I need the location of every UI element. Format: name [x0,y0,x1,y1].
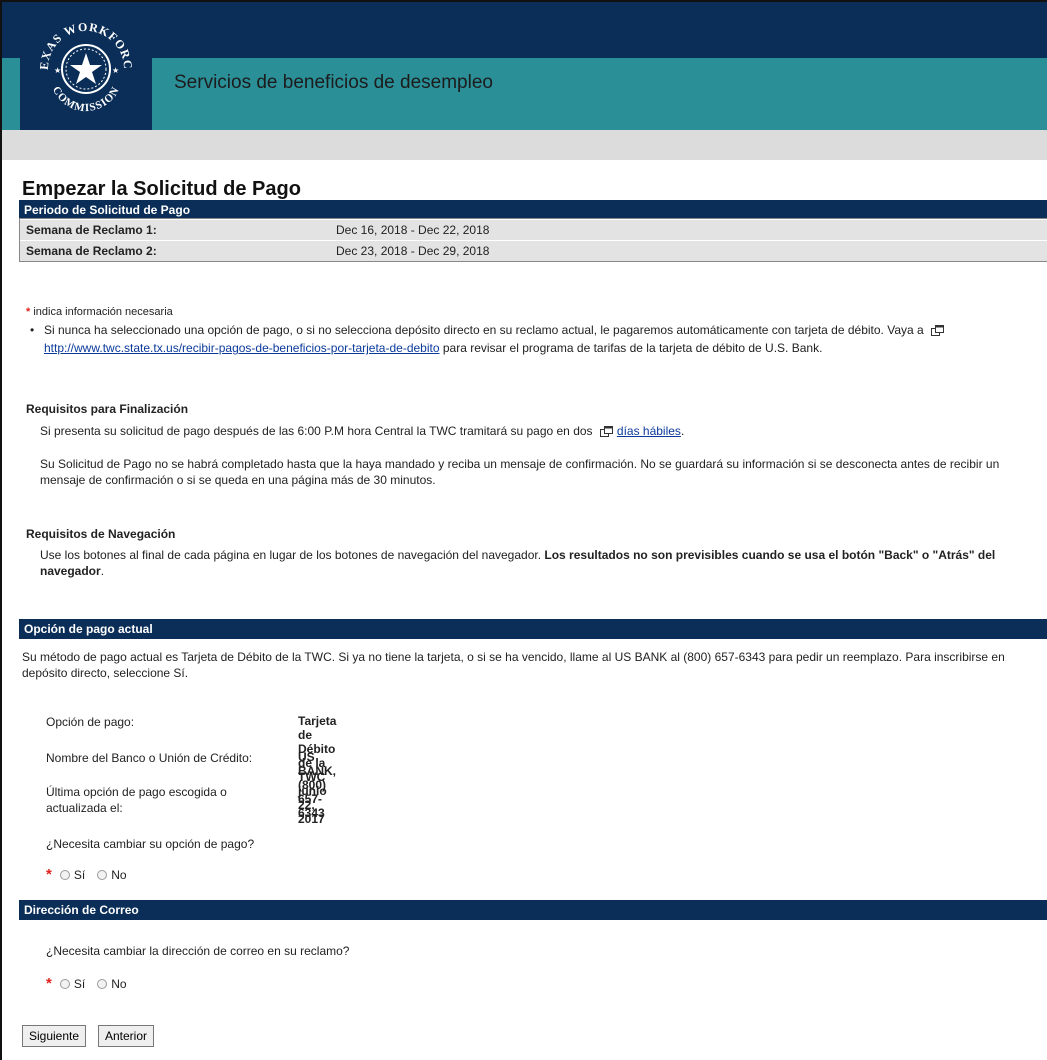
previous-button[interactable]: Anterior [98,1025,155,1047]
seal-text-bottom: COMMISSION [50,84,121,114]
finalization-paragraph-1: Si presenta su solicitud de pago después… [40,423,1047,441]
new-window-icon [599,425,613,441]
mailing-yes-radio[interactable] [59,978,70,989]
payment-yes-radio[interactable] [59,869,70,880]
mailing-no-label[interactable]: No [111,977,126,991]
seal-text-top: TEXAS WORKFORCE [30,13,134,70]
period-header: Periodo de Solicitud de Pago [19,200,1047,220]
header-teal-band [2,58,1047,130]
required-asterisk-icon: * [46,975,52,992]
payment-no-radio[interactable] [97,869,108,880]
new-window-icon [931,324,945,340]
mailing-radio-group: * Sí No [46,975,127,992]
period-row-value: Dec 16, 2018 - Dec 22, 2018 [336,223,490,237]
required-note-text: indica información necesaria [33,306,173,318]
business-days-link[interactable]: días hábiles [617,424,681,438]
site-header: TEXAS WORKFORCE COMMISSION ★ ★ Servicios… [2,2,1047,160]
period-row-label: Semana de Reclamo 2: [26,244,157,258]
required-note: * indica información necesaria [26,306,173,318]
required-asterisk-icon: * [26,306,31,318]
navigation-end: . [100,564,105,578]
payment-no-label[interactable]: No [111,868,126,882]
payment-row-label: Nombre del Banco o Unión de Crédito: [46,751,253,765]
required-asterisk-icon: * [46,866,52,883]
payment-yes-label[interactable]: Sí [74,868,85,882]
payment-radio-group: * Sí No [46,866,127,883]
header-top-band [2,2,1047,58]
navigation-text: Use los botones al final de cada página … [40,548,542,562]
payment-row-value: junio 22, 2017 [298,784,327,826]
payment-row-label: Última opción de pago escogida o actuali… [46,785,227,815]
debit-info-text-after: para revisar el programa de tarifas de l… [442,341,823,355]
page-frame: TEXAS WORKFORCE COMMISSION ★ ★ Servicios… [0,0,1047,1060]
header-gray-band [2,130,1047,160]
period-row-label: Semana de Reclamo 1: [26,223,157,237]
bullet-icon: • [30,323,35,337]
page-title: Empezar la Solicitud de Pago [22,178,301,200]
debit-card-link[interactable]: http://www.twc.state.tx.us/recibir-pagos… [44,341,440,355]
period-table: Semana de Reclamo 1: Dec 16, 2018 - Dec … [19,218,1047,262]
svg-text:★: ★ [112,66,119,75]
period-row-value: Dec 23, 2018 - Dec 29, 2018 [336,244,490,258]
app-title: Servicios de beneficios de desempleo [174,72,493,93]
svg-text:TEXAS WORKFORCE: TEXAS WORKFORCE [30,13,135,70]
seal-icon: TEXAS WORKFORCE COMMISSION ★ ★ [30,13,135,114]
mailing-header: Dirección de Correo [19,900,1047,920]
payment-header: Opción de pago actual [19,619,1047,639]
payment-row-label: Opción de pago: [46,715,135,729]
period-row: Semana de Reclamo 2: Dec 23, 2018 - Dec … [20,240,1047,261]
debit-info-text: Si nunca ha seleccionado una opción de p… [44,323,924,337]
period-row: Semana de Reclamo 1: Dec 16, 2018 - Dec … [20,219,1047,240]
mailing-no-radio[interactable] [97,978,108,989]
navigation-heading: Requisitos de Navegación [26,527,176,541]
payment-question: ¿Necesita cambiar su opción de pago? [46,837,255,851]
nav-buttons: Siguiente Anterior [22,1025,222,1049]
twc-seal-logo[interactable]: TEXAS WORKFORCE COMMISSION ★ ★ [20,8,152,130]
navigation-paragraph: Use los botones al final de cada página … [40,547,1040,579]
mailing-yes-label[interactable]: Sí [74,977,85,991]
svg-text:COMMISSION: COMMISSION [50,84,122,114]
next-button[interactable]: Siguiente [22,1025,87,1047]
finalization-text: Si presenta su solicitud de pago después… [40,424,593,438]
svg-text:★: ★ [54,66,61,75]
finalization-heading: Requisitos para Finalización [26,402,189,416]
payment-intro: Su método de pago actual es Tarjeta de D… [22,650,1005,680]
debit-card-info: • Si nunca ha seleccionado una opción de… [30,322,1034,356]
finalization-period: . [680,424,685,438]
finalization-paragraph-2: Su Solicitud de Pago no se habrá complet… [40,457,1000,487]
mailing-question: ¿Necesita cambiar la dirección de correo… [46,944,350,958]
